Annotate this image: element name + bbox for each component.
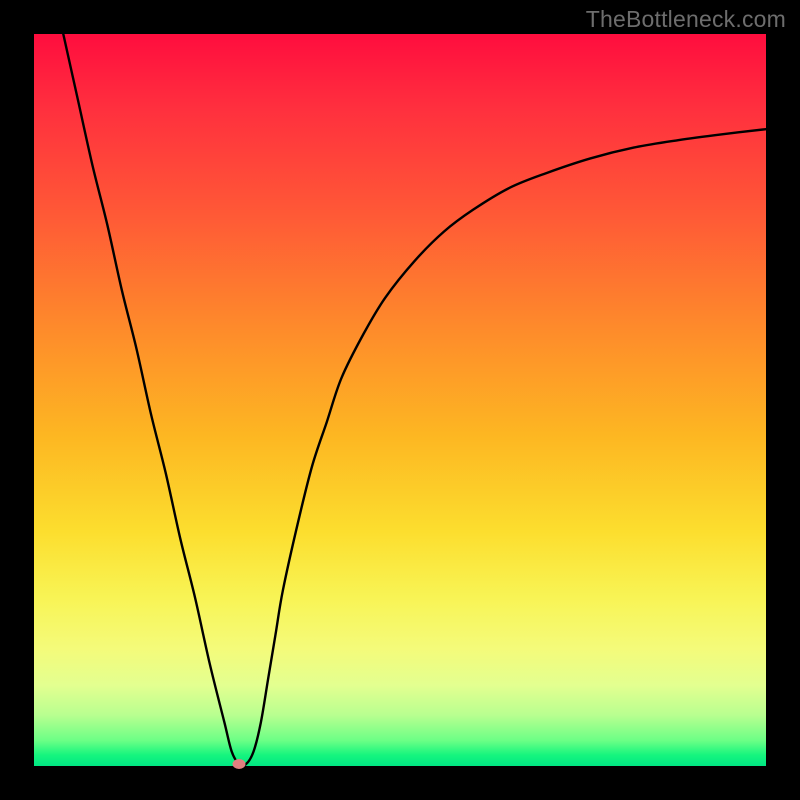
plot-area xyxy=(34,34,766,766)
chart-frame: TheBottleneck.com xyxy=(0,0,800,800)
bottleneck-curve xyxy=(34,34,766,766)
optimum-marker xyxy=(232,759,245,769)
watermark-text: TheBottleneck.com xyxy=(586,6,786,33)
